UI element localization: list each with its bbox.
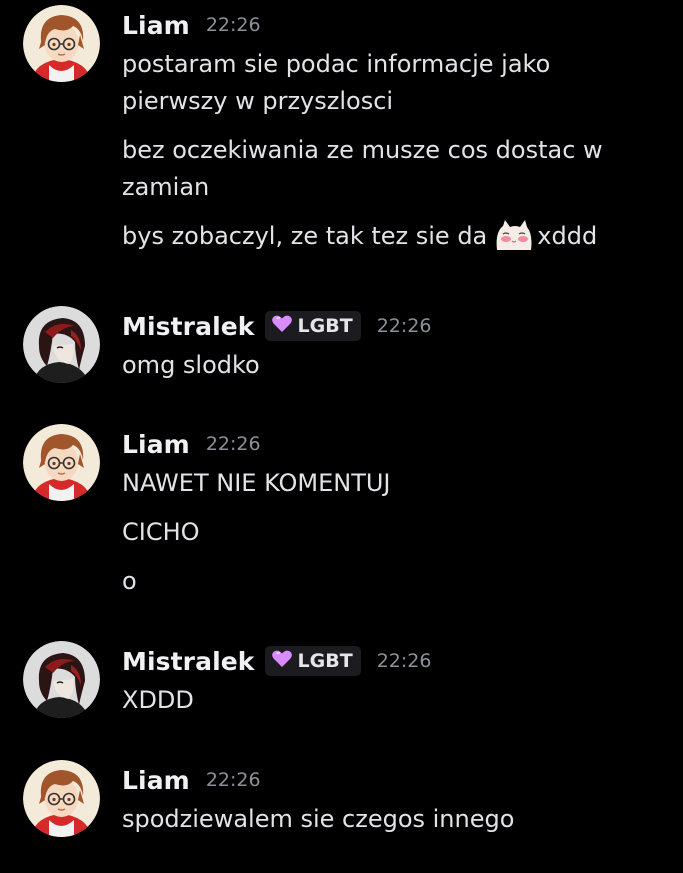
message-body: NAWET NIE KOMENTUJ CICHO o [122, 465, 662, 612]
timestamp: 22:26 [205, 433, 261, 455]
timestamp: 22:26 [376, 650, 432, 672]
tag-label: LGBT [297, 650, 353, 672]
message-text: XDDD [122, 686, 194, 714]
message-body: postaram sie podac informacje jako pierw… [122, 46, 662, 273]
message-text: bez oczekiwania ze musze cos dostac w za… [122, 136, 603, 201]
username[interactable]: Liam [122, 430, 190, 459]
user-avatar-liam[interactable] [23, 424, 100, 501]
username[interactable]: Mistralek [122, 312, 255, 341]
message-text: NAWET NIE KOMENTUJ [122, 469, 391, 497]
message-body: XDDD [122, 682, 662, 731]
tag-label: LGBT [297, 315, 353, 337]
message-text: omg slodko [122, 351, 260, 379]
user-avatar-liam[interactable] [23, 5, 100, 82]
message-text-part: bys zobaczyl, ze tak tez sie da [122, 222, 488, 250]
message-header: Liam 22:26 [122, 762, 261, 798]
heart-icon [271, 649, 293, 673]
message-header: Mistralek LGBT 22:26 [122, 643, 431, 679]
message-body: spodziewalem sie czegos innego [122, 801, 662, 850]
message-text: CICHO [122, 518, 200, 546]
message-header: Mistralek LGBT 22:26 [122, 308, 431, 344]
role-tag[interactable]: LGBT [264, 311, 361, 341]
username[interactable]: Mistralek [122, 647, 255, 676]
message-text-part: xddd [537, 222, 598, 250]
message-header: Liam 22:26 [122, 7, 261, 43]
user-avatar-liam[interactable] [23, 760, 100, 837]
username[interactable]: Liam [122, 766, 190, 795]
heart-icon [271, 314, 293, 338]
timestamp: 22:26 [376, 315, 432, 337]
blushing-cat-emoji[interactable] [493, 220, 533, 261]
timestamp: 22:26 [205, 14, 261, 36]
message-text: o [122, 567, 137, 595]
message-text: postaram sie podac informacje jako pierw… [122, 50, 551, 115]
role-tag[interactable]: LGBT [264, 646, 361, 676]
user-avatar-mistralek[interactable] [23, 641, 100, 718]
timestamp: 22:26 [205, 769, 261, 791]
user-avatar-mistralek[interactable] [23, 306, 100, 383]
username[interactable]: Liam [122, 11, 190, 40]
message-body: omg slodko [122, 347, 662, 396]
message-text: spodziewalem sie czegos innego [122, 805, 515, 833]
chat-message-list: Liam 22:26 postaram sie podac informacje… [0, 0, 683, 873]
message-text: bys zobaczyl, ze tak tez sie da xddd [122, 218, 662, 261]
message-header: Liam 22:26 [122, 426, 261, 462]
